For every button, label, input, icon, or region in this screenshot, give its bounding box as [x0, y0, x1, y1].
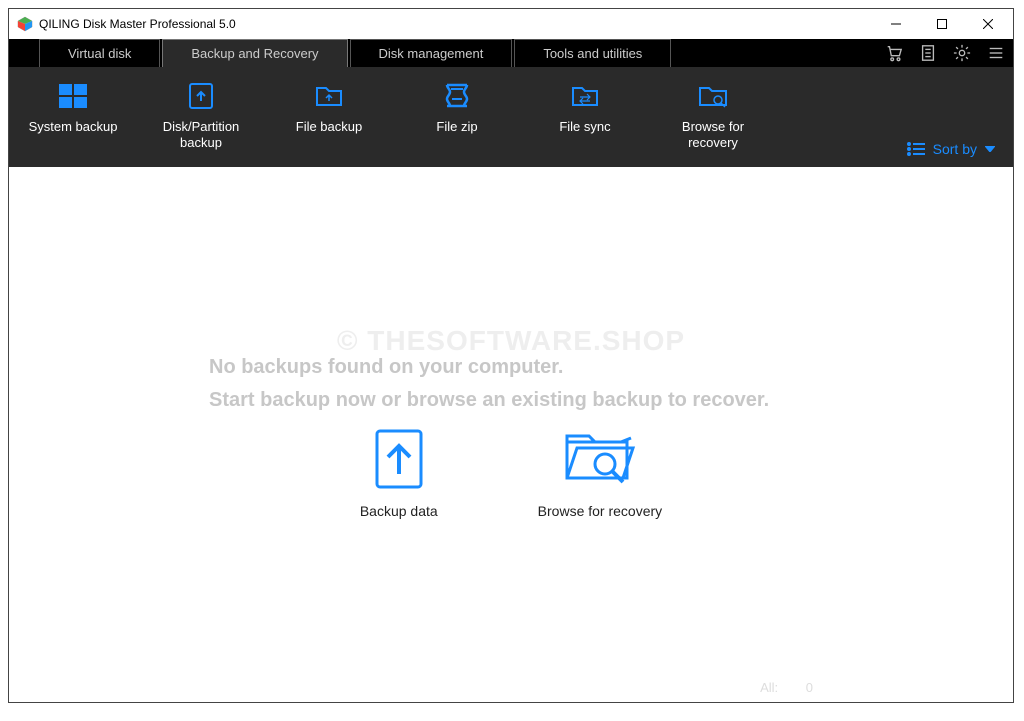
browse-recovery-action-button[interactable]: Browse for recovery — [538, 427, 662, 519]
file-zip-button[interactable]: File zip — [393, 79, 521, 135]
window-title: QILING Disk Master Professional 5.0 — [39, 17, 873, 31]
content-area: © THESOFTWARE.SHOP No backups found on y… — [9, 167, 1013, 680]
file-backup-button[interactable]: File backup — [265, 79, 393, 135]
tab-bar: Virtual disk Backup and Recovery Disk ma… — [9, 39, 1013, 67]
empty-message-line2: Start backup now or browse an existing b… — [209, 384, 769, 417]
tab-virtual-disk[interactable]: Virtual disk — [39, 39, 160, 67]
file-backup-label: File backup — [265, 119, 393, 135]
settings-icon[interactable] — [945, 39, 979, 67]
log-icon[interactable] — [911, 39, 945, 67]
minimize-button[interactable] — [873, 9, 919, 39]
file-backup-icon — [314, 81, 344, 111]
sort-by-label: Sort by — [933, 141, 977, 157]
file-sync-icon — [570, 81, 600, 111]
tab-tools-utilities[interactable]: Tools and utilities — [514, 39, 671, 67]
system-backup-button[interactable]: System backup — [9, 79, 137, 135]
menu-icon[interactable] — [979, 39, 1013, 67]
chevron-down-icon — [985, 146, 995, 152]
disk-partition-icon — [186, 81, 216, 111]
backup-data-icon — [374, 428, 424, 490]
tab-backup-recovery[interactable]: Backup and Recovery — [162, 39, 347, 67]
title-bar: QILING Disk Master Professional 5.0 — [9, 9, 1013, 39]
file-sync-button[interactable]: File sync — [521, 79, 649, 135]
maximize-button[interactable] — [919, 9, 965, 39]
system-backup-label: System backup — [9, 119, 137, 135]
app-logo-icon — [17, 16, 33, 32]
file-zip-label: File zip — [393, 119, 521, 135]
browse-recovery-button[interactable]: Browse forrecovery — [649, 79, 777, 150]
list-icon — [907, 142, 925, 156]
browse-recovery-action-label: Browse for recovery — [538, 503, 662, 519]
browse-recovery-action-icon — [561, 428, 639, 490]
app-window: QILING Disk Master Professional 5.0 Virt… — [8, 8, 1014, 703]
browse-recovery-label: Browse forrecovery — [649, 119, 777, 150]
backup-data-button[interactable]: Backup data — [360, 427, 438, 519]
file-zip-icon — [443, 81, 471, 111]
close-button[interactable] — [965, 9, 1011, 39]
tab-disk-management[interactable]: Disk management — [350, 39, 513, 67]
status-all-count: 0 — [806, 680, 813, 695]
empty-message: No backups found on your computer. Start… — [209, 351, 769, 417]
status-all-label: All: — [760, 680, 778, 695]
disk-partition-backup-button[interactable]: Disk/Partitionbackup — [137, 79, 265, 150]
action-buttons: Backup data Browse for recovery — [9, 427, 1013, 519]
disk-partition-label: Disk/Partitionbackup — [137, 119, 265, 150]
sort-by-button[interactable]: Sort by — [907, 141, 995, 157]
empty-message-line1: No backups found on your computer. — [209, 351, 769, 384]
status-bar: All: 0 — [9, 680, 1013, 702]
system-backup-icon — [58, 81, 88, 111]
cart-icon[interactable] — [877, 39, 911, 67]
toolbar: System backup Disk/Partitionbackup File … — [9, 67, 1013, 167]
file-sync-label: File sync — [521, 119, 649, 135]
browse-recovery-icon — [697, 81, 729, 111]
backup-data-label: Backup data — [360, 503, 438, 519]
